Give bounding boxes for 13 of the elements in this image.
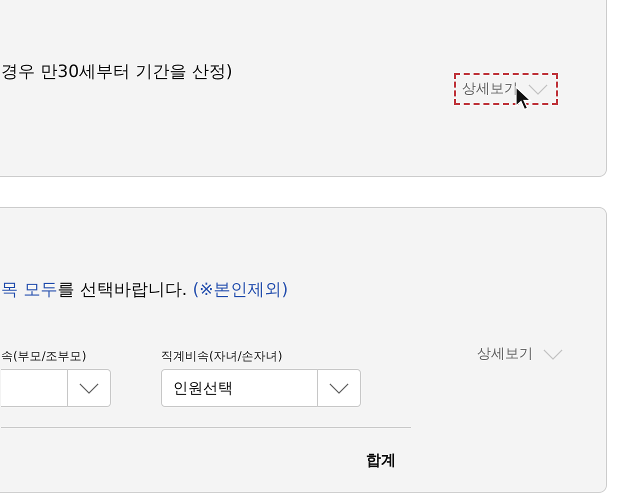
chevron-icon [329,382,349,394]
cursor-icon [514,86,534,112]
detail-toggle[interactable]: 상세보기 [469,338,573,370]
note-text: 경우 만30세부터 기간을 산정) [1,61,232,84]
chevron-icon [543,348,563,360]
chevron-icon [79,382,99,394]
chevron-icon [528,84,548,94]
dropdown[interactable] [1,369,111,407]
instruction-text: 목 모두를 선택바랍니다. (※본인제외) [1,279,290,302]
field-label: 직계비속(자녀/손자녀) [161,348,284,364]
field-label: 속(부모/조부모) [1,348,88,364]
total-label: 합계 [366,450,396,471]
dropdown[interactable]: 인원선택 [161,369,361,407]
